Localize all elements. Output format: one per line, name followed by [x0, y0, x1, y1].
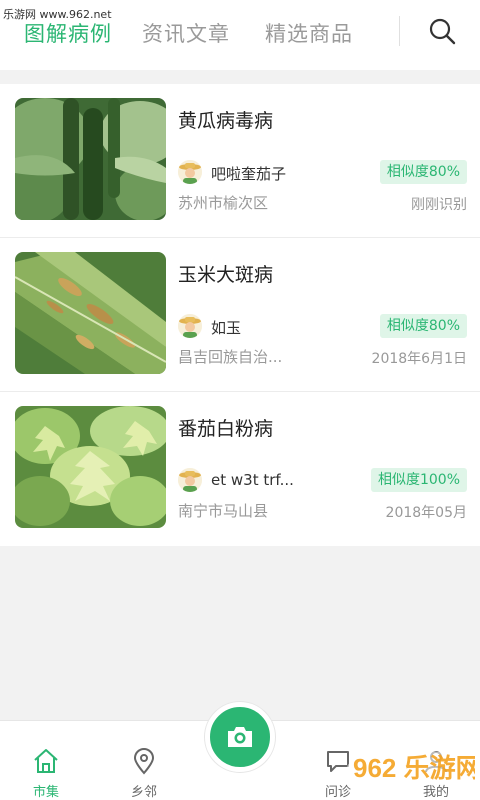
- search-icon: [429, 18, 456, 45]
- home-icon: [34, 749, 58, 773]
- camera-identify-button[interactable]: [205, 702, 275, 772]
- similarity-badge: 相似度100%: [370, 468, 467, 492]
- case-list: 黄瓜病毒病 吧啦奎茄子 相似度80% 苏州市榆次区 刚刚识别 玉米大斑病 如玉 …: [0, 84, 480, 546]
- location-pin-icon: [133, 748, 155, 775]
- tab-divider: [399, 16, 400, 46]
- case-title: 番茄白粉病: [178, 418, 274, 440]
- case-card[interactable]: 番茄白粉病 et w3t trf... 相似度100% 南宁市马山县 2018年…: [0, 392, 480, 546]
- case-time: 刚刚识别: [411, 197, 467, 213]
- case-time: 2018年05月: [385, 505, 467, 521]
- case-card[interactable]: 玉米大斑病 如玉 相似度80% 昌吉回族自治... 2018年6月1日: [0, 238, 480, 392]
- camera-icon: [228, 727, 252, 747]
- case-image-cucumber: [15, 98, 166, 220]
- case-location: 南宁市马山县: [178, 502, 269, 520]
- case-username: 如玉: [211, 319, 242, 337]
- similarity-badge: 相似度80%: [379, 160, 467, 184]
- tab-illustrated-cases[interactable]: 图解病例: [24, 18, 112, 48]
- case-title: 玉米大斑病: [178, 264, 274, 286]
- case-username: et w3t trf...: [211, 471, 294, 489]
- nav-label-neighbors: 乡邻: [130, 785, 157, 800]
- case-username: 吧啦奎茄子: [211, 165, 287, 183]
- similarity-badge: 相似度80%: [379, 314, 467, 338]
- watermark-logo-text: 962 乐游网: [353, 753, 475, 783]
- case-location: 苏州市榆次区: [178, 194, 269, 212]
- farmer-avatar: [178, 468, 202, 492]
- site-watermark-logo: 962 乐游网: [345, 748, 480, 788]
- farmer-avatar: [178, 314, 202, 338]
- search-button[interactable]: [425, 14, 461, 50]
- farmer-avatar: [178, 160, 202, 184]
- case-card[interactable]: 黄瓜病毒病 吧啦奎茄子 相似度80% 苏州市榆次区 刚刚识别: [0, 84, 480, 238]
- case-location: 昌吉回族自治...: [178, 348, 283, 366]
- nav-neighbors[interactable]: 乡邻: [109, 721, 179, 800]
- tab-featured-products[interactable]: 精选商品: [265, 18, 353, 48]
- nav-label-market: 市集: [32, 785, 59, 800]
- site-watermark-text: 乐游网 www.962.net: [3, 8, 112, 21]
- tab-news-articles[interactable]: 资讯文章: [142, 18, 230, 48]
- case-time: 2018年6月1日: [371, 351, 467, 367]
- case-image-tomato-leaves: [15, 406, 166, 528]
- case-image-corn-leaf: [15, 252, 166, 374]
- nav-market[interactable]: 市集: [11, 721, 81, 800]
- case-title: 黄瓜病毒病: [178, 110, 274, 132]
